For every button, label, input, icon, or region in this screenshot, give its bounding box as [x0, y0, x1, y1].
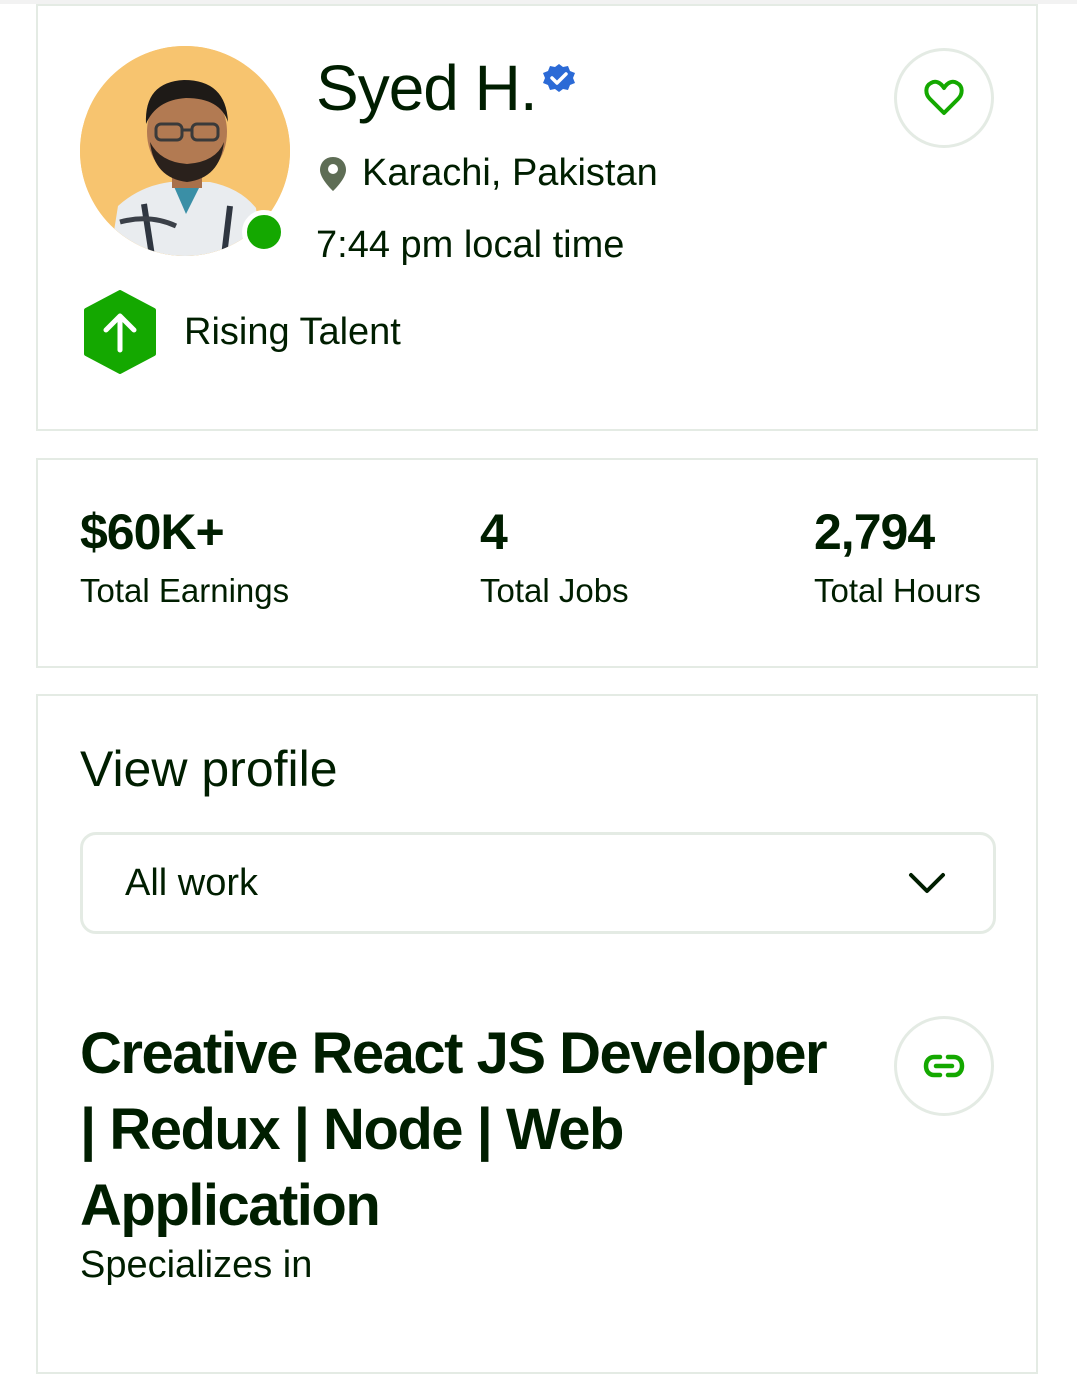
view-profile-heading: View profile: [80, 741, 338, 797]
stat-value: 2,794: [814, 504, 935, 560]
save-favorite-button[interactable]: [894, 48, 994, 148]
profile-select-dropdown[interactable]: All work: [80, 832, 996, 934]
stat-label: Total Jobs: [480, 572, 629, 609]
stat-total-earnings: $60K+ Total Earnings: [80, 502, 289, 610]
rising-talent-badge[interactable]: Rising Talent: [82, 290, 401, 374]
online-status-indicator: [242, 210, 286, 254]
arrow-up-hexagon-icon: [84, 290, 156, 374]
chevron-down-icon: [909, 873, 945, 893]
stat-total-jobs: 4 Total Jobs: [480, 502, 629, 610]
stat-label: Total Earnings: [80, 572, 290, 609]
stat-value: $60K+: [80, 504, 225, 560]
location-pin-icon: [320, 156, 346, 191]
location-row: Karachi, Pakistan: [318, 152, 658, 195]
view-profile-card: View profile All work Creative React JS …: [36, 694, 1038, 1374]
copy-link-button[interactable]: [894, 1016, 994, 1116]
local-time: 7:44 pm local time: [316, 224, 625, 266]
avatar-container[interactable]: [80, 46, 290, 256]
stat-label: Total Hours: [814, 572, 981, 609]
specialized-profile-title: Creative React JS Developer | Redux | No…: [80, 1021, 828, 1238]
link-icon: [923, 1054, 965, 1078]
stat-value: 4: [480, 504, 508, 560]
stat-total-hours: 2,794 Total Hours: [814, 502, 981, 610]
freelancer-name: Syed H.: [316, 52, 538, 124]
select-value: All work: [125, 861, 259, 904]
stats-card: $60K+ Total Earnings 4 Total Jobs 2,794 …: [36, 458, 1038, 668]
badge-label: Rising Talent: [184, 310, 401, 353]
heart-icon: [924, 79, 964, 115]
profile-header-card: Syed H. Karachi, Pakistan 7:44 pm local …: [36, 4, 1038, 431]
verified-badge-icon: [542, 64, 575, 92]
location-text: Karachi, Pakistan: [362, 152, 658, 194]
specializes-in-label: Specializes in: [80, 1244, 313, 1286]
name-row: Syed H.: [316, 52, 577, 124]
